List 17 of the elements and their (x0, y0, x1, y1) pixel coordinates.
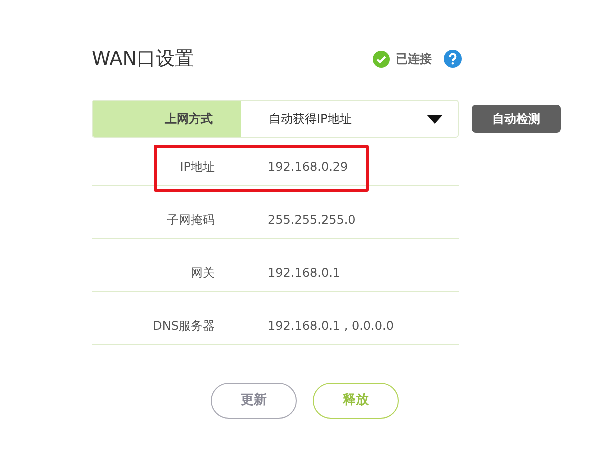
field-value: 192.168.0.29 (268, 159, 348, 176)
field-label: DNS服务器 (152, 318, 215, 335)
renew-button[interactable]: 更新 (211, 383, 297, 419)
field-label: 上网方式 (93, 101, 241, 137)
dropdown-value: 自动获得IP地址 (268, 111, 353, 128)
field-value: 255.255.255.0 (268, 212, 356, 229)
field-value: 192.168.0.1 (268, 265, 341, 282)
auto-detect-button[interactable]: 自动检测 (472, 105, 561, 133)
field-label: 子网掩码 (166, 212, 215, 229)
connection-type-field[interactable]: 上网方式 自动获得IP地址 (92, 100, 459, 138)
help-icon[interactable] (444, 50, 462, 68)
page-title: WAN口设置 (92, 46, 195, 72)
field-label: 网关 (190, 265, 215, 282)
dropdown-caret-icon[interactable] (427, 114, 443, 124)
field-label: IP地址 (179, 159, 215, 176)
field-value: 192.168.0.1 , 0.0.0.0 (268, 318, 394, 335)
status-text: 已连接 (396, 51, 432, 68)
